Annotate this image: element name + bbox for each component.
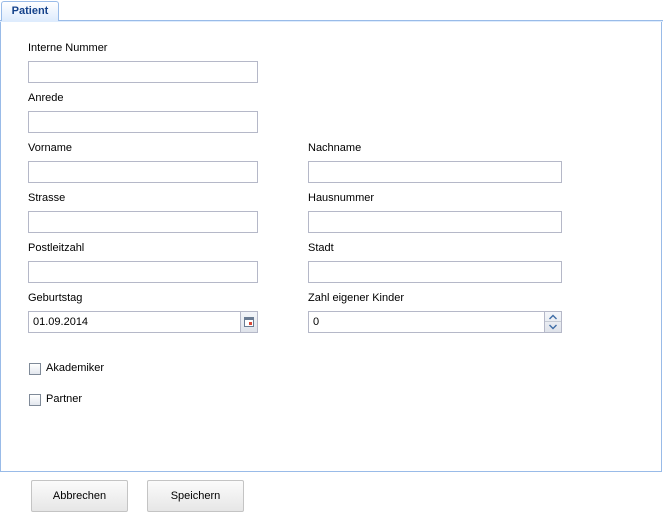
anrede-label: Anrede: [28, 92, 64, 104]
kinder-label: Zahl eigener Kinder: [308, 292, 405, 304]
kinder-input[interactable]: [308, 311, 545, 333]
vorname-label: Vorname: [28, 142, 73, 154]
spin-down-button[interactable]: [545, 322, 561, 332]
form-footer: Abbrechen Speichern: [0, 472, 668, 527]
strasse-label: Strasse: [28, 192, 66, 204]
kinder-spinner: [545, 311, 562, 333]
spin-up-button[interactable]: [545, 312, 561, 322]
stadt-label: Stadt: [308, 242, 334, 254]
date-picker-trigger[interactable]: [241, 311, 258, 333]
interne-nummer-label: Interne Nummer: [28, 42, 108, 54]
geburtstag-label: Geburtstag: [28, 292, 83, 304]
akademiker-label: Akademiker: [46, 362, 105, 374]
chevron-down-icon: [549, 324, 557, 330]
interne-nummer-input[interactable]: [28, 61, 258, 83]
nachname-input[interactable]: [308, 161, 562, 183]
tab-patient[interactable]: Patient: [1, 1, 59, 21]
akademiker-checkbox[interactable]: [29, 363, 41, 375]
nachname-label: Nachname: [308, 142, 362, 154]
postleitzahl-label: Postleitzahl: [28, 242, 85, 254]
patient-form-panel: Interne Nummer Anrede Vorname Nachname S…: [0, 22, 662, 472]
anrede-input[interactable]: [28, 111, 258, 133]
calendar-icon: [244, 317, 254, 327]
save-button[interactable]: Speichern: [147, 480, 244, 512]
tab-bar: Patient: [0, 0, 668, 22]
partner-checkbox[interactable]: [29, 394, 41, 406]
strasse-input[interactable]: [28, 211, 258, 233]
chevron-up-icon: [549, 314, 557, 320]
postleitzahl-input[interactable]: [28, 261, 258, 283]
hausnummer-input[interactable]: [308, 211, 562, 233]
partner-label: Partner: [46, 393, 83, 405]
stadt-input[interactable]: [308, 261, 562, 283]
vorname-input[interactable]: [28, 161, 258, 183]
cancel-button[interactable]: Abbrechen: [31, 480, 128, 512]
hausnummer-label: Hausnummer: [308, 192, 375, 204]
geburtstag-input[interactable]: [28, 311, 241, 333]
